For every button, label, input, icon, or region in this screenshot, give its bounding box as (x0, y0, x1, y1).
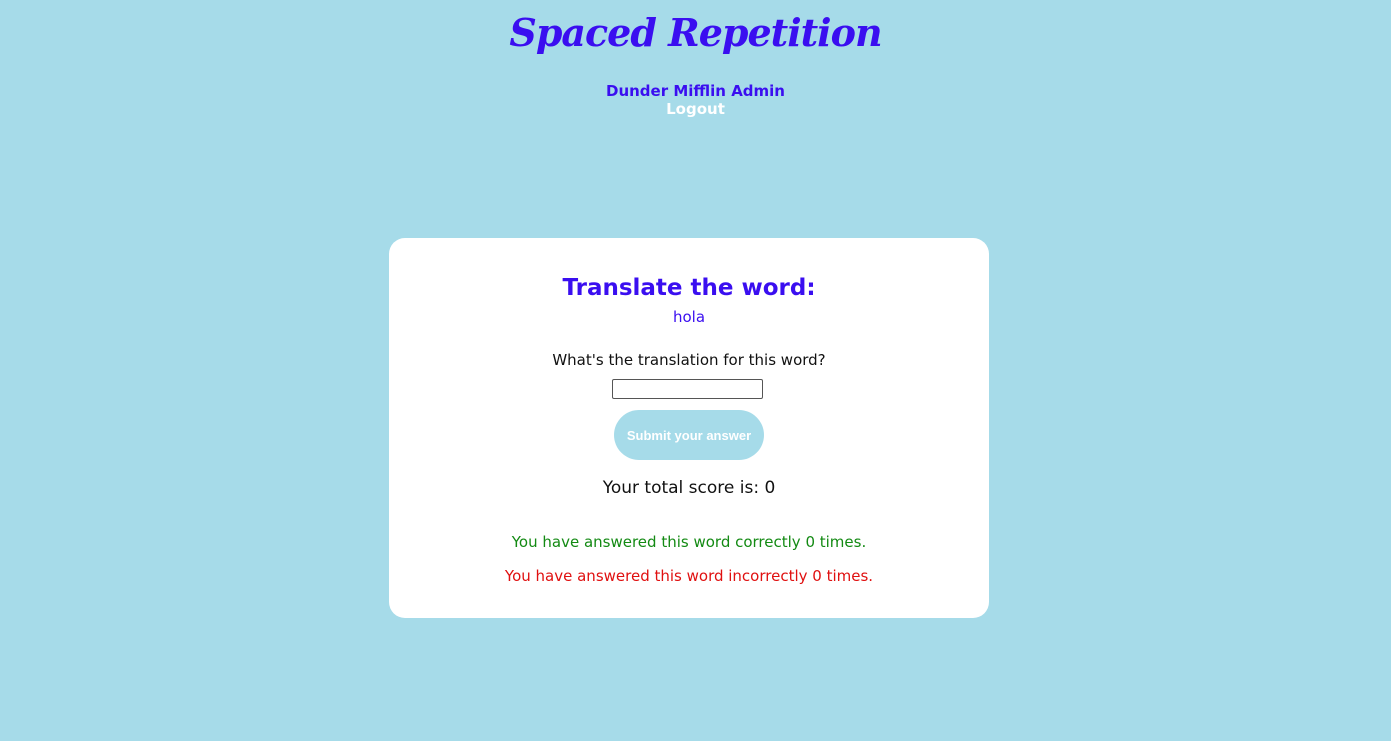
total-score: Your total score is: 0 (602, 478, 776, 498)
app-title[interactable]: Spaced Repetition (0, 8, 1391, 58)
incorrect-count: You have answered this word incorrectly … (504, 567, 874, 585)
answer-input[interactable] (612, 379, 763, 399)
logout-link[interactable]: Logout (666, 100, 725, 118)
translate-heading: Translate the word: (562, 275, 816, 301)
logout-row: Logout (0, 100, 1391, 118)
correct-count: You have answered this word correctly 0 … (511, 533, 867, 551)
user-name: Dunder Mifflin Admin (606, 82, 785, 100)
submit-answer-button[interactable]: Submit your answer (614, 410, 764, 460)
word-to-translate: hola (672, 308, 706, 326)
answer-label: What's the translation for this word? (552, 351, 826, 369)
